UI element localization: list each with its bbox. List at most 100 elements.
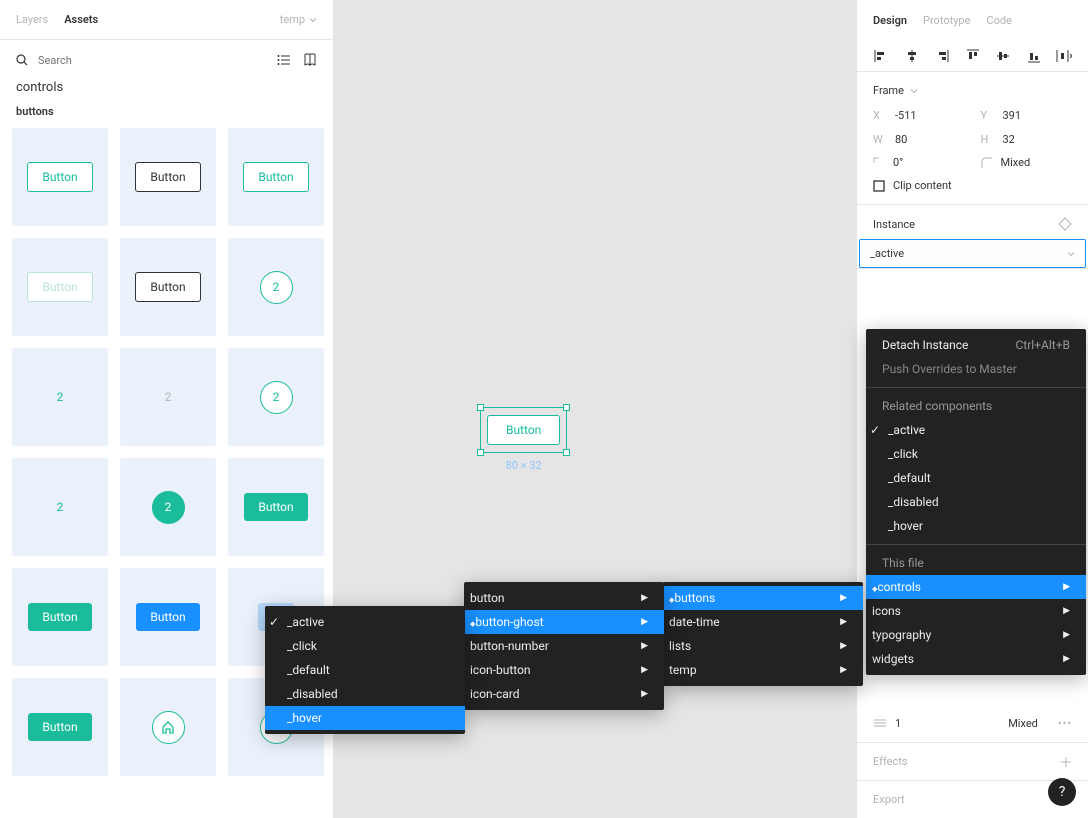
asset-cell[interactable]: 2	[228, 238, 324, 336]
menu-file-icons[interactable]: icons▶	[866, 599, 1086, 623]
instance-menu[interactable]: Detach InstanceCtrl+Alt+BPush Overrides …	[866, 329, 1086, 675]
menu-detach-instance[interactable]: Detach InstanceCtrl+Alt+B	[866, 333, 1086, 357]
frame-dropdown[interactable]: Frame	[873, 84, 1072, 97]
asset-preview: Button	[136, 603, 199, 631]
menu-push-overrides[interactable]: Push Overrides to Master	[866, 357, 1086, 381]
menu-related-disabled[interactable]: _disabled	[866, 490, 1086, 514]
page-selector[interactable]: temp	[280, 13, 317, 26]
menu-related-click[interactable]: _click	[866, 442, 1086, 466]
asset-cell[interactable]: Button	[12, 678, 108, 776]
asset-cell[interactable]: 2	[228, 348, 324, 446]
menu-item-lists[interactable]: lists▶	[663, 634, 863, 658]
menu-item-button-ghost[interactable]: ◆button-ghost▶	[464, 610, 664, 634]
layout-mixed[interactable]: Mixed	[1008, 717, 1038, 730]
tab-code[interactable]: Code	[986, 14, 1011, 27]
h-value[interactable]: 32	[1003, 133, 1015, 146]
asset-preview: Button	[135, 272, 200, 302]
plus-icon[interactable]	[1060, 756, 1072, 768]
rotation-value[interactable]: 0°	[893, 156, 903, 169]
menu-related-hover[interactable]: _hover	[866, 514, 1086, 538]
asset-cell[interactable]: 2	[12, 348, 108, 446]
selected-frame[interactable]: Button 80 × 32	[480, 407, 567, 472]
menu-file-widgets[interactable]: widgets▶	[866, 647, 1086, 671]
asset-cell[interactable]: 2	[120, 348, 216, 446]
menu-item-disabled[interactable]: _disabled	[265, 682, 465, 706]
right-tabs: Design Prototype Code	[857, 0, 1088, 40]
menu-item-icon-button[interactable]: icon-button▶	[464, 658, 664, 682]
chevron-down-icon	[1067, 250, 1075, 258]
menu-item-click[interactable]: _click	[265, 634, 465, 658]
states-submenu[interactable]: ✓_active_click_default_disabled_hover	[265, 606, 465, 734]
asset-preview: Button	[244, 493, 307, 521]
search-row	[0, 40, 333, 80]
asset-cell[interactable]: Button	[120, 128, 216, 226]
menu-item-active[interactable]: ✓_active	[265, 610, 465, 634]
align-hcenter-icon[interactable]	[904, 48, 920, 64]
asset-cell[interactable]: Button	[120, 238, 216, 336]
menu-item-date-time[interactable]: date-time▶	[663, 610, 863, 634]
instance-value: _active	[870, 247, 904, 260]
library-icon[interactable]	[303, 53, 317, 67]
subsection-title: buttons	[0, 105, 333, 128]
tab-design[interactable]: Design	[873, 14, 907, 27]
categories-submenu[interactable]: ◆buttons▶date-time▶lists▶temp▶	[663, 582, 863, 686]
go-to-master-icon[interactable]	[1058, 217, 1072, 231]
w-value[interactable]: 80	[895, 133, 907, 146]
menu-related-label: Related components	[866, 394, 1086, 418]
align-left-icon[interactable]	[873, 48, 889, 64]
tab-assets[interactable]: Assets	[64, 13, 98, 26]
align-bottom-icon[interactable]	[1026, 48, 1042, 64]
asset-cell[interactable]: Button	[228, 458, 324, 556]
corner-value[interactable]: Mixed	[1001, 156, 1031, 169]
h-label: H	[981, 133, 995, 146]
asset-preview: Button	[28, 603, 91, 631]
variants-submenu[interactable]: button▶◆button-ghost▶button-number▶icon-…	[464, 582, 664, 710]
distribute-icon[interactable]	[1056, 48, 1072, 64]
y-value[interactable]: 391	[1003, 109, 1022, 122]
align-vcenter-icon[interactable]	[995, 48, 1011, 64]
asset-preview	[152, 711, 185, 744]
list-view-icon[interactable]	[277, 53, 291, 67]
menu-item-button-number[interactable]: button-number▶	[464, 634, 664, 658]
asset-preview: 2	[165, 390, 172, 404]
align-top-icon[interactable]	[965, 48, 981, 64]
layout-grid-icon[interactable]	[873, 716, 887, 730]
asset-cell[interactable]: Button	[12, 238, 108, 336]
menu-file-controls[interactable]: ◆controls▶	[866, 575, 1086, 599]
menu-related-active[interactable]: ✓_active	[866, 418, 1086, 442]
layout-count[interactable]: 1	[895, 717, 901, 730]
tab-layers[interactable]: Layers	[16, 13, 48, 26]
asset-cell[interactable]: Button	[120, 568, 216, 666]
align-right-icon[interactable]	[934, 48, 950, 64]
menu-item-temp[interactable]: temp▶	[663, 658, 863, 682]
asset-cell[interactable]: Button	[228, 128, 324, 226]
menu-item-button[interactable]: button▶	[464, 586, 664, 610]
help-button[interactable]: ?	[1048, 778, 1076, 806]
search-input[interactable]	[38, 54, 267, 67]
menu-item-icon-card[interactable]: icon-card▶	[464, 682, 664, 706]
menu-item-default[interactable]: _default	[265, 658, 465, 682]
checkbox-icon[interactable]	[873, 180, 885, 192]
rotation-icon	[873, 157, 885, 169]
menu-related-default[interactable]: _default	[866, 466, 1086, 490]
instance-select[interactable]: _active	[859, 239, 1086, 268]
clip-content-label[interactable]: Clip content	[893, 179, 952, 192]
asset-preview: 2	[152, 491, 185, 524]
asset-cell[interactable]: Button	[12, 568, 108, 666]
tab-prototype[interactable]: Prototype	[923, 14, 970, 27]
x-value[interactable]: -511	[895, 109, 917, 122]
menu-thisfile-label: This file	[866, 551, 1086, 575]
menu-item-buttons[interactable]: ◆buttons▶	[663, 586, 863, 610]
effects-section: Effects	[857, 743, 1088, 781]
more-icon[interactable]: •••	[1058, 717, 1072, 730]
asset-preview: Button	[27, 272, 92, 302]
asset-cell[interactable]: 2	[120, 458, 216, 556]
asset-cell[interactable]: 2	[12, 458, 108, 556]
menu-item-hover[interactable]: _hover	[265, 706, 465, 730]
asset-preview: 2	[260, 381, 293, 414]
effects-label: Effects	[873, 755, 908, 768]
menu-file-typography[interactable]: typography▶	[866, 623, 1086, 647]
asset-preview: Button	[27, 162, 92, 192]
asset-cell[interactable]: Button	[12, 128, 108, 226]
asset-cell[interactable]	[120, 678, 216, 776]
